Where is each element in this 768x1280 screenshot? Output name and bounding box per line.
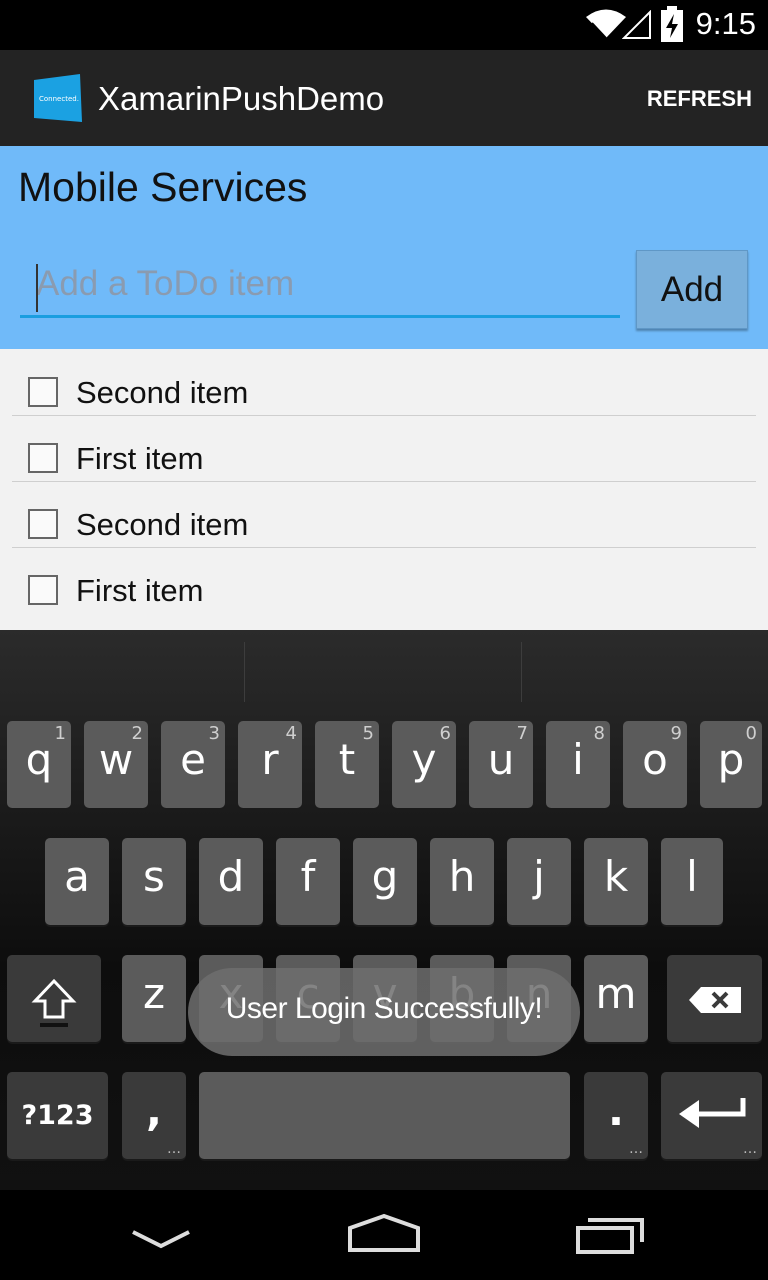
recent-apps-icon[interactable] xyxy=(574,1216,648,1256)
toast: User Login Successfully! xyxy=(188,968,580,1056)
backspace-key[interactable] xyxy=(667,955,762,1042)
shift-icon xyxy=(31,978,77,1027)
item-checkbox[interactable] xyxy=(28,575,58,605)
key-t[interactable]: t5 xyxy=(315,721,379,808)
item-checkbox[interactable] xyxy=(28,443,58,473)
key-p[interactable]: p0 xyxy=(700,721,762,808)
key-u[interactable]: u7 xyxy=(469,721,533,808)
key-z[interactable]: z xyxy=(122,955,186,1042)
app-logo-text: Connected. xyxy=(39,95,79,103)
back-down-icon[interactable] xyxy=(130,1228,192,1252)
text-cursor xyxy=(36,264,38,312)
space-key[interactable] xyxy=(199,1072,570,1159)
comma-key[interactable]: ,… xyxy=(122,1072,186,1159)
toast-message: User Login Successfully! xyxy=(225,992,543,1025)
key-q[interactable]: q1 xyxy=(7,721,71,808)
item-label: Second item xyxy=(76,507,249,542)
navigation-bar xyxy=(0,1190,768,1280)
key-f[interactable]: f xyxy=(276,838,340,925)
todo-input[interactable] xyxy=(20,252,620,318)
key-r[interactable]: r4 xyxy=(238,721,302,808)
key-h[interactable]: h xyxy=(430,838,494,925)
enter-key[interactable]: … xyxy=(661,1072,762,1159)
item-label: Second item xyxy=(76,375,249,410)
todo-list: Second item First item Second item First… xyxy=(0,349,768,630)
suggestion-strip xyxy=(0,630,768,706)
soft-keyboard: q1 w2 e3 r4 t5 y6 u7 i8 o9 p0 a s d f g … xyxy=(0,630,768,1190)
page-title: Mobile Services xyxy=(18,164,308,210)
status-clock: 9:15 xyxy=(695,6,756,41)
item-label: First item xyxy=(76,573,204,608)
key-l[interactable]: l xyxy=(661,838,723,925)
app-logo-icon: Connected. xyxy=(34,74,82,122)
key-s[interactable]: s xyxy=(122,838,186,925)
status-bar: 9:15 xyxy=(0,0,768,50)
shift-key[interactable] xyxy=(7,955,101,1042)
key-a[interactable]: a xyxy=(45,838,109,925)
key-k[interactable]: k xyxy=(584,838,648,925)
header-panel: Mobile Services Add xyxy=(0,146,768,349)
battery-charging-icon xyxy=(661,6,683,42)
key-y[interactable]: y6 xyxy=(392,721,456,808)
add-button[interactable]: Add xyxy=(636,250,748,329)
item-label: First item xyxy=(76,441,204,476)
enter-icon xyxy=(679,1098,746,1128)
home-icon[interactable] xyxy=(346,1212,422,1254)
key-e[interactable]: e3 xyxy=(161,721,225,808)
list-item[interactable]: Second item xyxy=(12,481,756,548)
action-bar: Connected. XamarinPushDemo REFRESH xyxy=(0,50,768,146)
list-item[interactable]: Second item xyxy=(12,349,756,416)
backspace-icon xyxy=(689,987,741,1013)
period-key[interactable]: .… xyxy=(584,1072,648,1159)
item-checkbox[interactable] xyxy=(28,377,58,407)
symbols-key[interactable]: ?123 xyxy=(7,1072,108,1159)
list-item[interactable]: First item xyxy=(12,547,756,613)
key-w[interactable]: w2 xyxy=(84,721,148,808)
key-m[interactable]: m xyxy=(584,955,648,1042)
item-checkbox[interactable] xyxy=(28,509,58,539)
refresh-button[interactable]: REFRESH xyxy=(647,86,752,112)
app-title: XamarinPushDemo xyxy=(98,80,385,117)
key-g[interactable]: g xyxy=(353,838,417,925)
key-o[interactable]: o9 xyxy=(623,721,687,808)
key-j[interactable]: j xyxy=(507,838,571,925)
cell-signal-icon xyxy=(622,10,651,39)
key-d[interactable]: d xyxy=(199,838,263,925)
list-item[interactable]: First item xyxy=(12,415,756,482)
key-i[interactable]: i8 xyxy=(546,721,610,808)
